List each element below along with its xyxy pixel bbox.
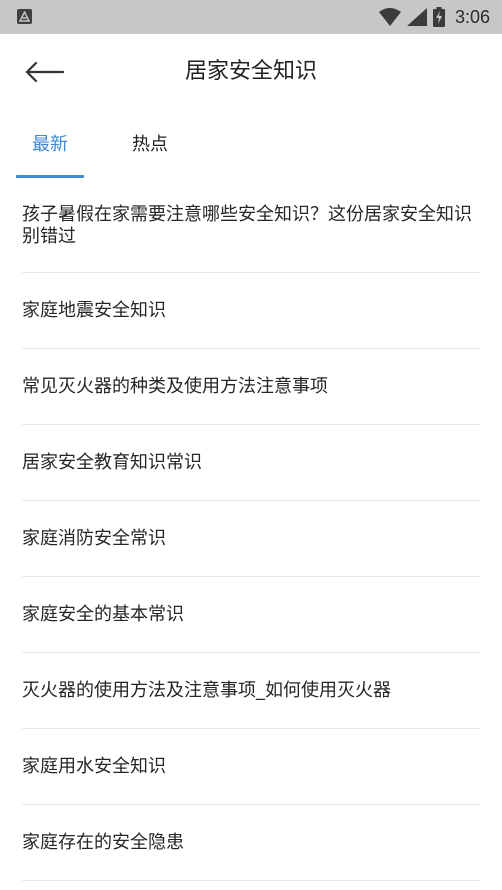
list-item[interactable]: 家庭安全的基本常识 xyxy=(22,577,480,653)
cell-signal-icon xyxy=(406,8,427,26)
article-title: 灭火器的使用方法及注意事项_如何使用灭火器 xyxy=(22,679,391,701)
list-item[interactable]: 灭火器的使用方法及注意事项_如何使用灭火器 xyxy=(22,653,480,729)
page-title: 居家安全知识 xyxy=(184,59,317,84)
back-button[interactable] xyxy=(18,52,72,92)
status-icons: 3:06 xyxy=(373,0,490,34)
article-title: 居家安全教育知识常识 xyxy=(22,451,202,473)
article-title: 家庭存在的安全隐患 xyxy=(22,831,184,853)
list-item[interactable]: 孩子暑假在家需要注意哪些安全知识？这份居家安全知识别错过 xyxy=(22,178,480,273)
tab-bar: 最新 热点 xyxy=(0,112,502,178)
tab-hot[interactable]: 热点 xyxy=(116,112,184,178)
list-item[interactable]: 家庭存在的安全隐患 xyxy=(22,805,480,881)
tab-latest-label: 最新 xyxy=(32,134,68,155)
list-item[interactable]: 家庭消防安全常识 xyxy=(22,501,480,577)
article-title: 家庭消防安全常识 xyxy=(22,527,166,549)
article-title: 家庭用水安全知识 xyxy=(22,755,166,777)
list-item[interactable]: 常见灭火器的种类及使用方法注意事项 xyxy=(22,349,480,425)
tab-hot-label: 热点 xyxy=(132,134,168,155)
article-list: 孩子暑假在家需要注意哪些安全知识？这份居家安全知识别错过 家庭地震安全知识 常见… xyxy=(0,178,502,881)
tab-latest[interactable]: 最新 xyxy=(16,112,84,178)
app-notification-icon xyxy=(17,9,32,24)
article-title: 常见灭火器的种类及使用方法注意事项 xyxy=(22,375,328,397)
article-title: 家庭地震安全知识 xyxy=(22,299,166,321)
article-title: 家庭安全的基本常识 xyxy=(22,603,184,625)
battery-charging-icon xyxy=(432,7,445,27)
status-time: 3:06 xyxy=(454,6,490,27)
list-item[interactable]: 家庭用水安全知识 xyxy=(22,729,480,805)
status-bar: 3:06 xyxy=(0,0,502,34)
app-bar: 居家安全知识 xyxy=(0,34,502,112)
list-item[interactable]: 居家安全教育知识常识 xyxy=(22,425,480,501)
article-title: 孩子暑假在家需要注意哪些安全知识？这份居家安全知识别错过 xyxy=(22,204,472,247)
list-item[interactable]: 家庭地震安全知识 xyxy=(22,273,480,349)
wifi-icon xyxy=(378,8,401,26)
arrow-left-icon xyxy=(25,61,64,83)
